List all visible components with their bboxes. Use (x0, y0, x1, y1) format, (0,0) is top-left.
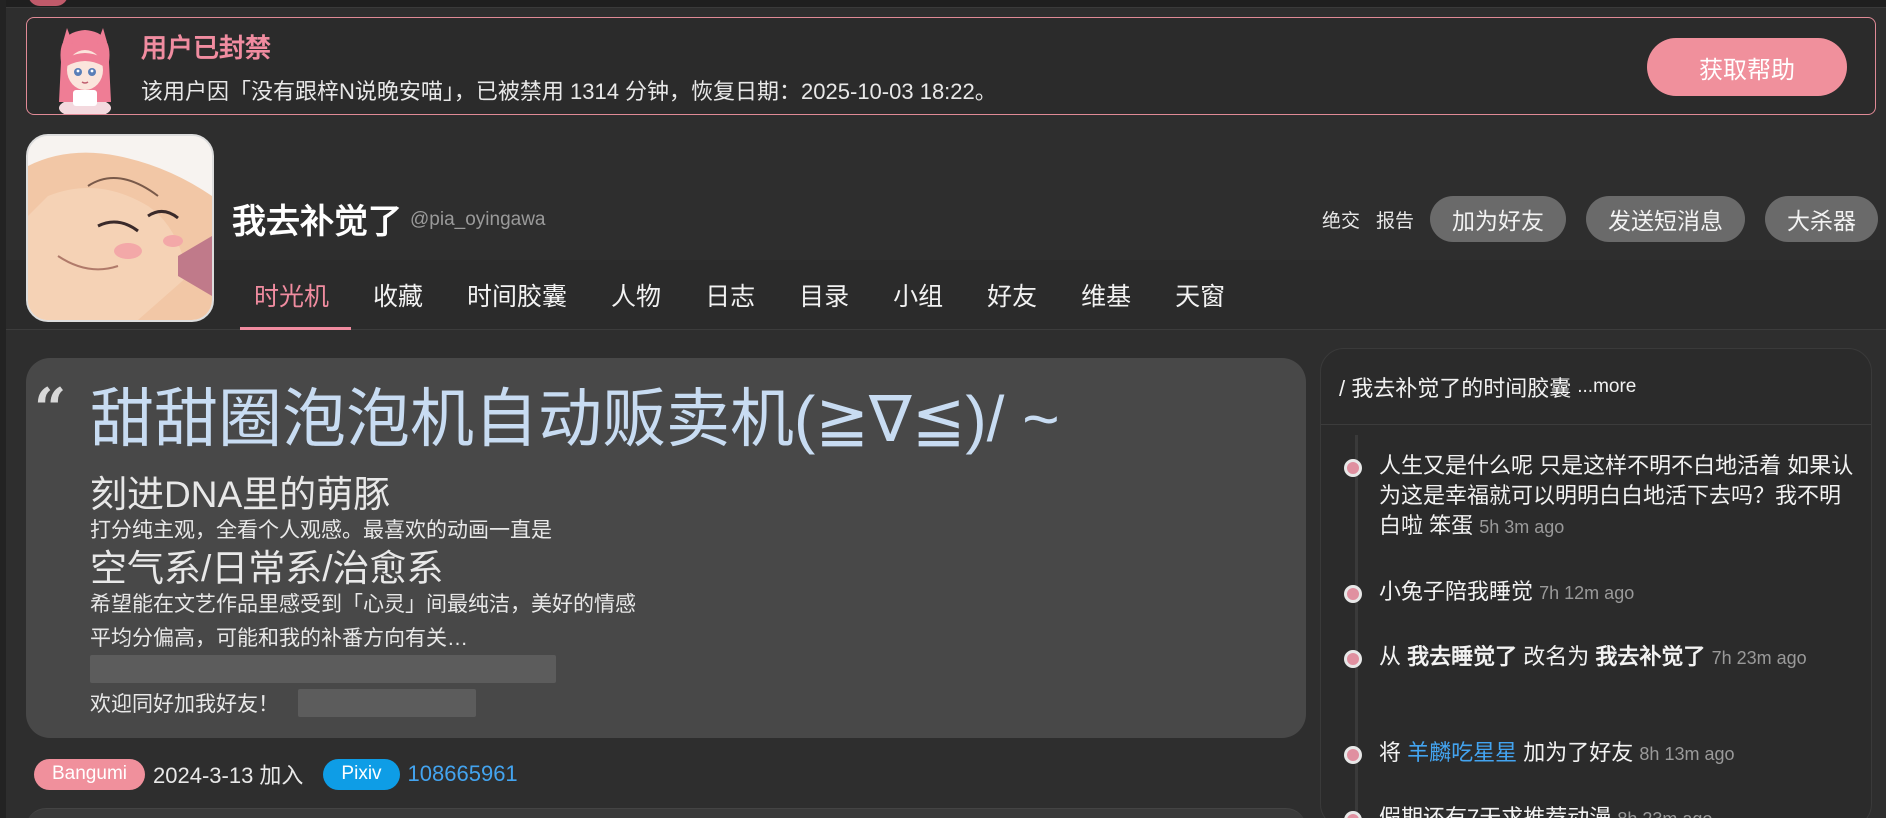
timeline-text: 加为了好友 (1523, 740, 1634, 765)
timeline-text: 小兔子陪我睡觉 (1379, 579, 1534, 604)
pixiv-badge: Pixiv (323, 758, 400, 790)
timeline-item: 人生又是什么呢 只是这样不明不白地活着 如果认为这是幸福就可以明明白白地活下去吗… (1344, 451, 1854, 542)
profile-page: 用户已封禁 该用户因「没有跟梓N说晚安喵」，已被禁用 1314 分钟，恢复日期：… (6, 0, 1886, 818)
timeline-text: 假期还有7天求推荐动漫 (1379, 805, 1612, 818)
tab-time-capsule[interactable]: 时间胶囊 (445, 260, 589, 330)
timeline-text: 从 (1379, 644, 1402, 669)
tab-friends[interactable]: 好友 (965, 260, 1059, 330)
bio-line-2: 希望能在文艺作品里感受到「心灵」间最纯洁，美好的情感 (90, 593, 636, 616)
timeline-item: 假期还有7天求推荐动漫 8h 23m ago (1344, 803, 1854, 818)
timeline-item: 小兔子陪我睡觉 7h 12m ago (1344, 577, 1854, 608)
timeline-time[interactable]: 7h 12m ago (1539, 583, 1634, 603)
bio-heading-2: 空气系/日常系/治愈系 (90, 548, 444, 589)
time-capsule-header: / 我去补觉了的时间胶囊 ...more (1321, 349, 1871, 425)
next-section-card (26, 808, 1306, 818)
add-friend-button[interactable]: 加为好友 (1430, 196, 1566, 242)
timeline-item: 将 羊麟吃星星 加为了好友 8h 13m ago (1344, 738, 1854, 769)
spoiler-bar[interactable] (298, 689, 476, 717)
timeline-text: 改名为 (1523, 644, 1590, 669)
timeline-dot (1344, 811, 1362, 818)
block-link[interactable]: 绝交 (1322, 206, 1360, 233)
bio-line-3: 平均分偏高，可能和我的补番方向有关… (90, 627, 468, 650)
timeline-time[interactable]: 8h 23m ago (1617, 809, 1712, 818)
timeline-item: 从 我去睡觉了 改名为 我去补觉了 7h 23m ago (1344, 642, 1854, 673)
bio-card: “ 甜甜圈泡泡机自动贩卖机(≧∇≦)/ ~ 刻进DNA里的萌豚 打分纯主观，全看… (26, 358, 1306, 738)
tab-blog[interactable]: 日志 (683, 260, 777, 330)
timeline-time[interactable]: 5h 3m ago (1479, 517, 1564, 537)
old-name: 我去睡觉了 (1407, 644, 1518, 669)
ban-banner: 用户已封禁 该用户因「没有跟梓N说晚安喵」，已被禁用 1314 分钟，恢复日期：… (26, 17, 1876, 118)
bio-heading-1: 刻进DNA里的萌豚 (90, 474, 391, 515)
timeline-time[interactable]: 7h 23m ago (1712, 648, 1807, 668)
tab-index[interactable]: 目录 (777, 260, 871, 330)
friend-link[interactable]: 羊麟吃星星 (1407, 740, 1517, 765)
time-capsule-title: / 我去补觉了的时间胶囊 (1339, 375, 1572, 401)
report-link[interactable]: 报告 (1376, 206, 1414, 233)
user-handle: @pia_oyingawa (410, 209, 546, 230)
kill-button[interactable]: 大杀器 (1765, 196, 1878, 242)
bangumi-badge: Bangumi (34, 758, 145, 790)
new-name: 我去补觉了 (1595, 644, 1706, 669)
ban-title: 用户已封禁 (141, 33, 272, 63)
pixiv-id-link[interactable]: 108665961 (408, 761, 518, 787)
user-avatar[interactable] (26, 134, 214, 322)
timeline-text: 人生又是什么呢 只是这样不明不白地活着 如果认为这是幸福就可以明明白白地活下去吗… (1379, 453, 1854, 538)
timeline-text: 将 (1379, 740, 1402, 765)
spoiler-bar[interactable] (90, 655, 556, 683)
tab-skylight[interactable]: 天窗 (1153, 260, 1247, 330)
quote-mark-icon: “ (34, 376, 67, 442)
user-display-name: 我去补觉了 (232, 203, 402, 241)
more-link[interactable]: ...more (1577, 376, 1636, 398)
get-help-button[interactable]: 获取帮助 (1647, 38, 1847, 96)
ban-mascot-avatar (47, 22, 123, 118)
tab-characters[interactable]: 人物 (589, 260, 683, 330)
timeline-dot (1344, 650, 1362, 668)
profile-actions: 绝交 报告 加为好友 发送短消息 大杀器 (1322, 196, 1878, 242)
tab-timeline[interactable]: 时光机 (232, 260, 352, 330)
mini-avatar (28, 0, 68, 6)
profile-nav-bar: 时光机 收藏 时间胶囊 人物 日志 目录 小组 好友 维基 天窗 (6, 260, 1886, 330)
time-capsule-panel: / 我去补觉了的时间胶囊 ...more 人生又是什么呢 只是这样不明不白地活着… (1320, 348, 1872, 818)
top-strip (6, 0, 1886, 8)
tab-collections[interactable]: 收藏 (351, 260, 445, 330)
ban-message: 该用户因「没有跟梓N说晚安喵」，已被禁用 1314 分钟，恢复日期：2025-1… (141, 79, 997, 104)
timeline-time[interactable]: 8h 13m ago (1639, 744, 1734, 764)
bio-title: 甜甜圈泡泡机自动贩卖机(≧∇≦)/ ~ (90, 383, 1060, 455)
profile-tags: Bangumi 2024-3-13 加入 Pixiv 108665961 (34, 758, 518, 790)
send-message-button[interactable]: 发送短消息 (1586, 196, 1745, 242)
join-date: 2024-3-13 加入 (153, 763, 304, 788)
tab-groups[interactable]: 小组 (871, 260, 965, 330)
tab-wiki[interactable]: 维基 (1059, 260, 1153, 330)
timeline-dot (1344, 746, 1362, 764)
timeline-dot (1344, 459, 1362, 477)
bio-line-4: 欢迎同好加我好友！ (90, 693, 279, 716)
timeline-dot (1344, 585, 1362, 603)
profile-tabs: 时光机 收藏 时间胶囊 人物 日志 目录 小组 好友 维基 天窗 (232, 260, 1247, 330)
